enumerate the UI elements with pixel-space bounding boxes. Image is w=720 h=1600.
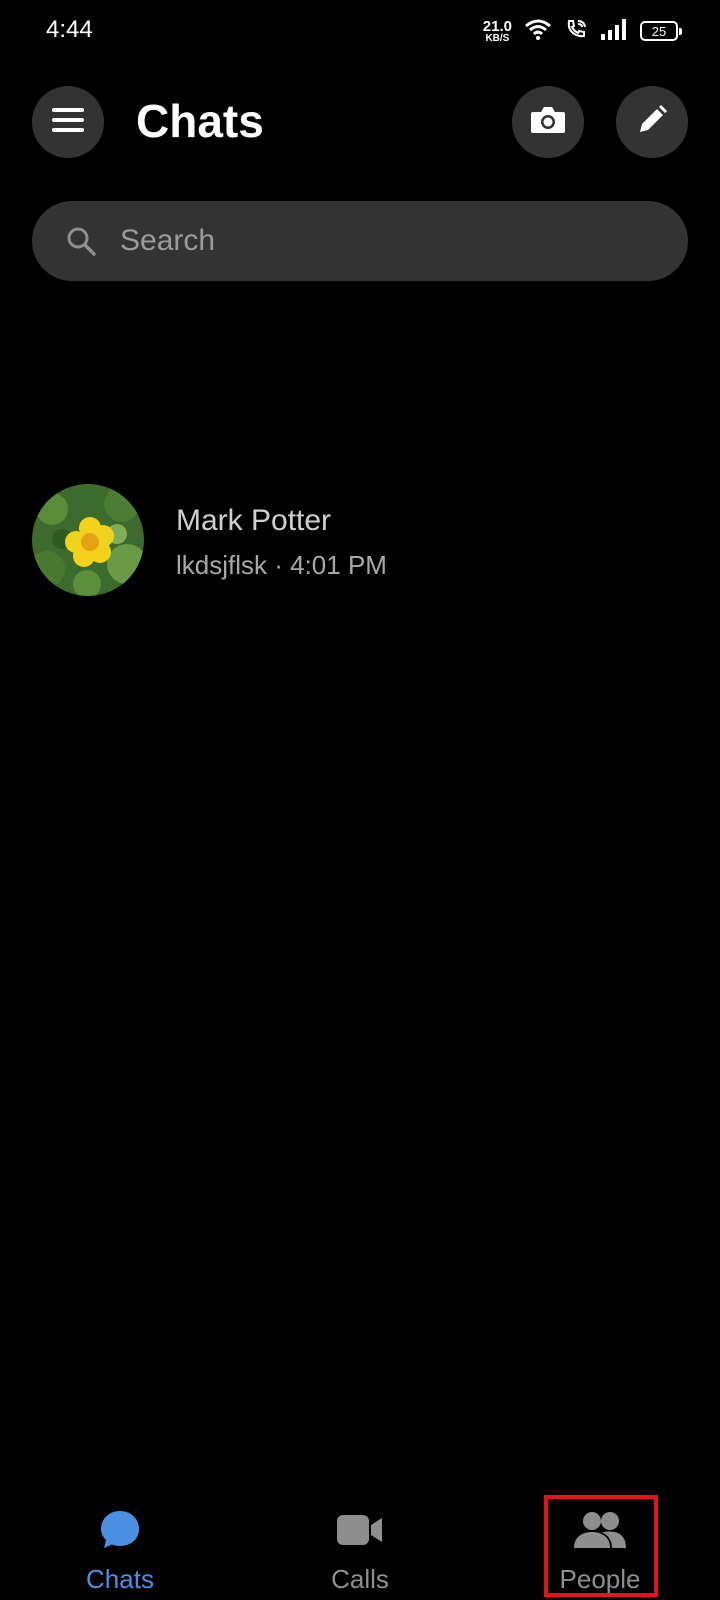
avatar[interactable] (32, 484, 144, 596)
tab-calls-label: Calls (331, 1564, 389, 1594)
status-icons: 21.0 KB/S 25 (483, 14, 682, 48)
network-speed-value: 21.0 (482, 17, 512, 35)
wifi-icon (524, 17, 552, 46)
header: Chats (0, 86, 720, 158)
signal-icon (600, 18, 628, 45)
compose-button[interactable] (616, 86, 688, 158)
tab-calls[interactable]: Calls (270, 1490, 450, 1600)
screen: 4:44 21.0 KB/S 25 Chats Search Mark Pott… (0, 0, 720, 1600)
status-time: 4:44 (46, 16, 93, 43)
chat-last-message: lkdsjflsk · 4:01 PM (176, 550, 387, 580)
chat-list-item[interactable]: Mark Potter lkdsjflsk · 4:01 PM (0, 484, 720, 600)
highlight-box (544, 1495, 658, 1597)
tab-chats[interactable]: Chats (30, 1490, 210, 1600)
battery-icon: 25 (640, 21, 682, 41)
wifi-calling-icon (564, 17, 588, 46)
chat-bubble-icon (99, 1508, 141, 1552)
camera-icon (529, 104, 567, 141)
menu-button[interactable] (32, 86, 104, 158)
status-bar: 4:44 21.0 KB/S 25 (0, 0, 720, 62)
camera-button[interactable] (512, 86, 584, 158)
chat-contact-name: Mark Potter (176, 504, 332, 537)
battery-level: 25 (651, 23, 667, 39)
search-input[interactable] (120, 224, 640, 258)
network-speed-unit: KB/S (485, 32, 510, 44)
page-title: Chats (136, 95, 264, 147)
tab-chats-label: Chats (86, 1564, 154, 1594)
video-camera-icon (336, 1508, 384, 1552)
search-bar[interactable] (32, 201, 688, 281)
search-icon (66, 226, 96, 256)
pencil-icon (636, 104, 668, 141)
hamburger-icon (51, 107, 85, 138)
network-speed: 21.0 KB/S (483, 19, 512, 44)
